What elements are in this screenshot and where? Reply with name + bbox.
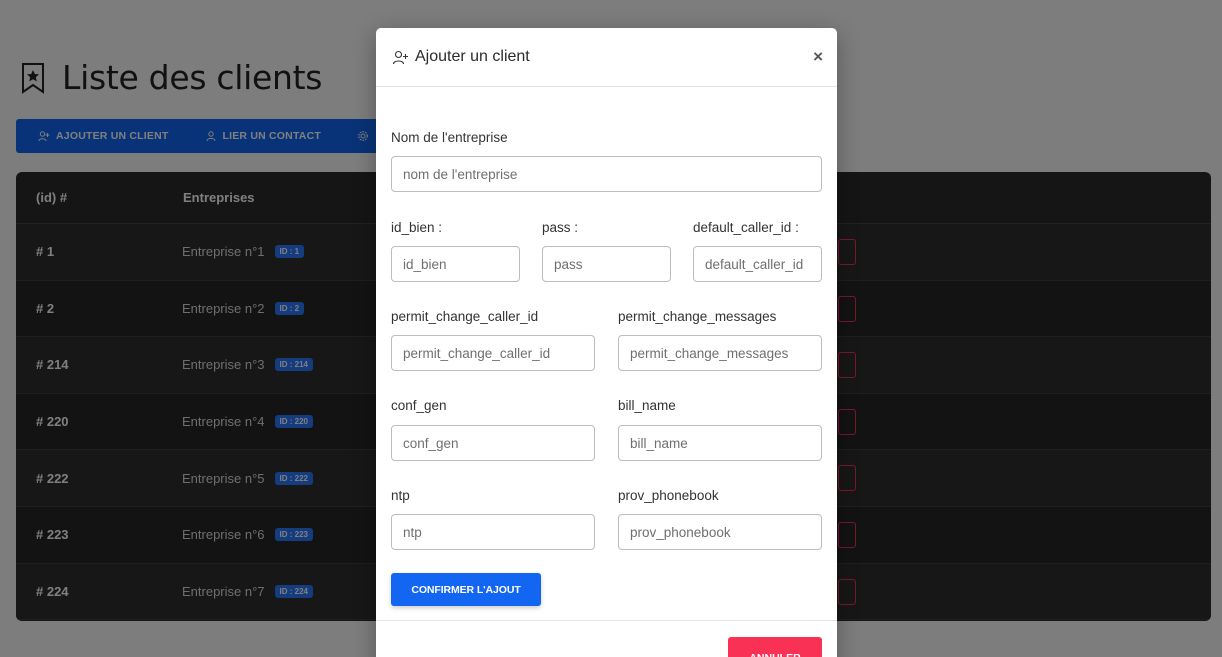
default-caller-id-label: default_caller_id : <box>693 220 799 235</box>
permit-change-caller-id-label: permit_change_caller_id <box>391 309 539 324</box>
company-name-label: Nom de l'entreprise <box>391 130 508 145</box>
permit-change-caller-id-input[interactable] <box>391 335 595 371</box>
confirm-add-button[interactable]: CONFIRMER L'AJOUT <box>391 573 541 606</box>
user-plus-icon <box>392 50 408 64</box>
conf-gen-label: conf_gen <box>391 398 447 413</box>
ntp-input[interactable] <box>391 514 595 550</box>
modal-footer: ANNULER <box>376 620 837 657</box>
prov-phonebook-label: prov_phonebook <box>618 488 719 503</box>
modal-title: Ajouter un client <box>415 48 530 65</box>
prov-phonebook-input[interactable] <box>618 514 822 550</box>
add-client-modal: Ajouter un client × Nom de l'entreprise … <box>376 28 837 657</box>
bill-name-label: bill_name <box>618 398 676 413</box>
ntp-label: ntp <box>391 488 410 503</box>
modal-header: Ajouter un client × <box>376 28 837 87</box>
close-icon[interactable]: × <box>813 48 823 65</box>
bill-name-input[interactable] <box>618 425 822 461</box>
permit-change-messages-input[interactable] <box>618 335 822 371</box>
permit-change-messages-label: permit_change_messages <box>618 309 777 324</box>
id-bien-input[interactable] <box>391 246 520 282</box>
pass-label: pass : <box>542 220 579 235</box>
id-bien-label: id_bien : <box>391 220 443 235</box>
company-name-input[interactable] <box>391 156 822 192</box>
default-caller-id-input[interactable] <box>693 246 822 282</box>
conf-gen-input[interactable] <box>391 425 595 461</box>
cancel-button[interactable]: ANNULER <box>728 637 822 657</box>
pass-input[interactable] <box>542 246 671 282</box>
